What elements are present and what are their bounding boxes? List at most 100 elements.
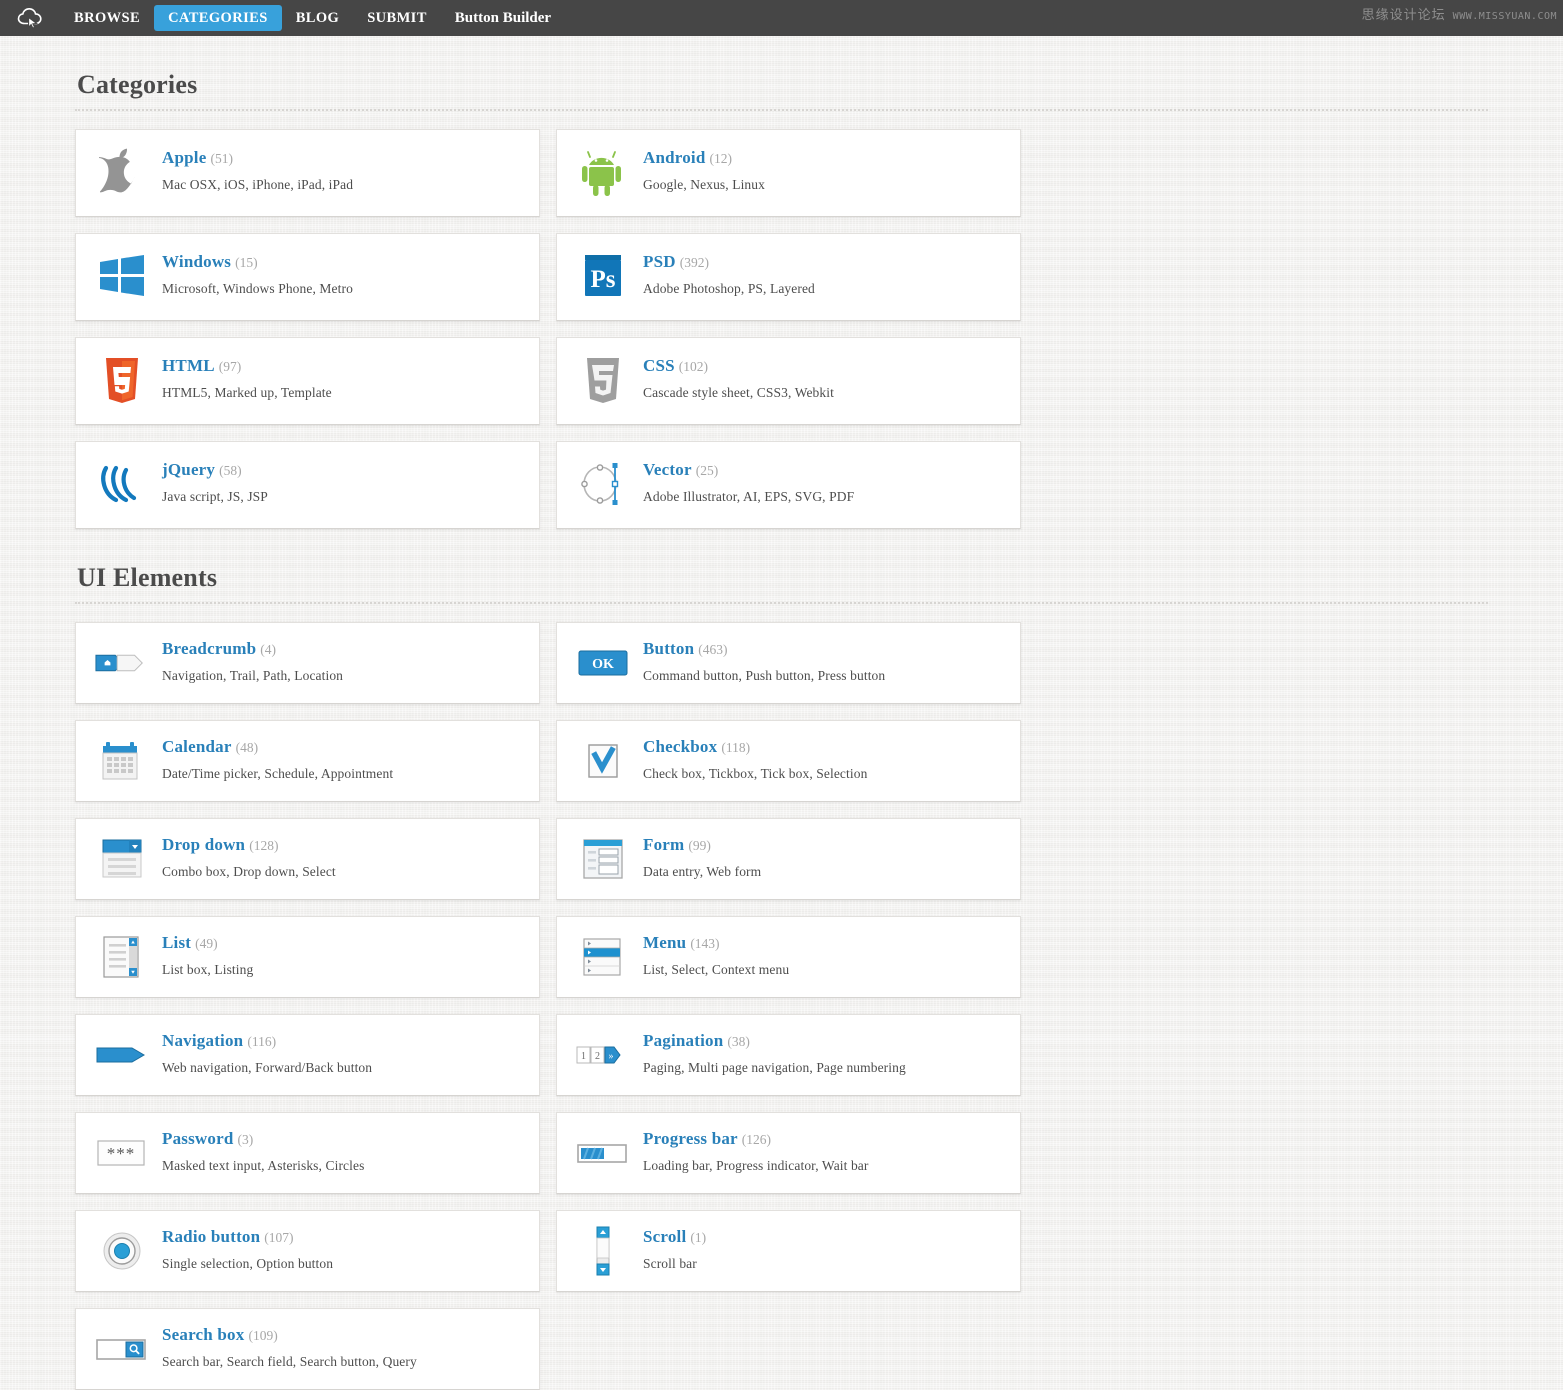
ui-desc-form: Data entry, Web form bbox=[643, 864, 762, 879]
categories-grid: Apple (51) Mac OSX, iOS, iPhone, iPad, iP… bbox=[75, 129, 1488, 529]
ui-card-radio-button[interactable]: Radio button (107) Single selection, Opti… bbox=[75, 1210, 540, 1292]
ui-count-progress-bar: (126) bbox=[741, 1132, 772, 1147]
category-desc-html: HTML5, Marked up, Template bbox=[162, 385, 332, 400]
card-heading: Checkbox (118) bbox=[643, 737, 867, 757]
card-body: Menu (143) List, Select, Context menu bbox=[643, 931, 789, 978]
ui-card-search-box[interactable]: Search box (109) Search bar, Search field… bbox=[75, 1308, 540, 1390]
ui-card-form[interactable]: Form (99) Data entry, Web form bbox=[556, 818, 1021, 900]
category-card-android[interactable]: Android (12) Google, Nexus, Linux bbox=[556, 129, 1021, 217]
photoshop-ps-icon: Ps bbox=[575, 250, 631, 302]
ui-card-menu[interactable]: Menu (143) List, Select, Context menu bbox=[556, 916, 1021, 998]
category-desc-css: Cascade style sheet, CSS3, Webkit bbox=[643, 385, 834, 400]
card-body: Password (3) Masked text input, Asterisks… bbox=[162, 1127, 364, 1174]
html5-shield-icon bbox=[94, 354, 150, 406]
radio-button-icon bbox=[94, 1225, 150, 1277]
section-divider-categories bbox=[75, 109, 1488, 111]
nav-item-submit[interactable]: SUBMIT bbox=[353, 5, 441, 31]
ui-count-menu: (143) bbox=[690, 936, 720, 951]
nav-item-categories[interactable]: CATEGORIES bbox=[154, 5, 282, 31]
ui-count-button: (463) bbox=[698, 642, 728, 657]
card-body: Breadcrumb (4) Navigation, Trail, Path, L… bbox=[162, 637, 343, 684]
svg-text:2: 2 bbox=[595, 1051, 600, 1062]
ui-card-progress-bar[interactable]: Progress bar (126) Loading bar, Progress … bbox=[556, 1112, 1021, 1194]
ui-desc-navigation: Web navigation, Forward/Back button bbox=[162, 1060, 373, 1075]
category-card-windows[interactable]: Windows (15) Microsoft, Windows Phone, Me… bbox=[75, 233, 540, 321]
form-icon bbox=[575, 833, 631, 885]
ui-card-breadcrumb[interactable]: Breadcrumb (4) Navigation, Trail, Path, L… bbox=[75, 622, 540, 704]
nav-item-blog[interactable]: BLOG bbox=[282, 5, 354, 31]
android-robot-icon bbox=[575, 146, 631, 198]
ui-card-dropdown[interactable]: Drop down (128) Combo box, Drop down, Sel… bbox=[75, 818, 540, 900]
ui-desc-menu: List, Select, Context menu bbox=[643, 962, 790, 977]
scrollbar-icon bbox=[575, 1225, 631, 1277]
ui-desc-password: Masked text input, Asterisks, Circles bbox=[162, 1158, 365, 1173]
ui-count-dropdown: (128) bbox=[249, 838, 279, 853]
ui-desc-breadcrumb: Navigation, Trail, Path, Location bbox=[162, 668, 344, 683]
ui-card-checkbox[interactable]: Checkbox (118) Check box, Tickbox, Tick b… bbox=[556, 720, 1021, 802]
card-body: HTML (97) HTML5, Marked up, Template bbox=[162, 354, 332, 401]
ui-desc-progress-bar: Loading bar, Progress indicator, Wait ba… bbox=[643, 1158, 869, 1173]
card-heading: Password (3) bbox=[162, 1129, 364, 1149]
password-icon: *** bbox=[94, 1127, 150, 1179]
nav-label-browse: BROWSE bbox=[74, 10, 141, 26]
ui-title-breadcrumb: Breadcrumb bbox=[162, 639, 257, 658]
nav-label-blog: BLOG bbox=[295, 10, 340, 26]
ui-title-pagination: Pagination bbox=[643, 1031, 724, 1050]
breadcrumb-icon bbox=[94, 637, 150, 689]
watermark-cn-text: 思缘设计论坛 bbox=[1361, 8, 1446, 23]
ui-title-scroll: Scroll bbox=[643, 1227, 687, 1246]
ui-count-checkbox: (118) bbox=[721, 740, 751, 755]
main-menu: BROWSE CATEGORIES BLOG SUBMIT Button Bui… bbox=[60, 0, 565, 36]
ui-card-list[interactable]: List (49) List box, Listing bbox=[75, 916, 540, 998]
category-title-jquery: jQuery bbox=[162, 460, 216, 479]
card-body: Scroll (1) Scroll bar bbox=[643, 1225, 706, 1272]
ui-desc-search-box: Search bar, Search field, Search button,… bbox=[162, 1354, 417, 1369]
ui-card-navigation[interactable]: Navigation (116) Web navigation, Forward/… bbox=[75, 1014, 540, 1096]
ui-card-button[interactable]: OK Button (463) Command button, Push butt… bbox=[556, 622, 1021, 704]
card-body: Radio button (107) Single selection, Opti… bbox=[162, 1225, 333, 1272]
watermark: 思缘设计论坛 WWW.MISSYUAN.COM bbox=[1362, 4, 1557, 23]
css3-shield-icon bbox=[575, 354, 631, 406]
nav-item-button-builder[interactable]: Button Builder bbox=[441, 5, 565, 31]
ui-title-form: Form bbox=[643, 835, 685, 854]
category-count-apple: (51) bbox=[210, 151, 233, 166]
category-count-psd: (392) bbox=[679, 255, 709, 270]
category-desc-windows: Microsoft, Windows Phone, Metro bbox=[162, 281, 353, 296]
ui-count-calendar: (48) bbox=[235, 740, 259, 755]
ui-card-scroll[interactable]: Scroll (1) Scroll bar bbox=[556, 1210, 1021, 1292]
category-desc-vector: Adobe Illustrator, AI, EPS, SVG, PDF bbox=[643, 489, 855, 504]
watermark-url-text: WWW.MISSYUAN.COM bbox=[1452, 11, 1557, 22]
category-card-psd[interactable]: Ps PSD (392) Adobe Photoshop, PS, Layered bbox=[556, 233, 1021, 321]
apple-logo-icon bbox=[94, 146, 150, 198]
svg-text:»: » bbox=[609, 1051, 614, 1062]
ui-title-search-box: Search box bbox=[162, 1325, 245, 1344]
card-body: Drop down (128) Combo box, Drop down, Sel… bbox=[162, 833, 336, 880]
nav-item-browse[interactable]: BROWSE bbox=[60, 5, 154, 31]
svg-text:***: *** bbox=[107, 1144, 136, 1163]
category-count-css: (102) bbox=[678, 359, 709, 374]
ui-card-password[interactable]: *** Password (3) Masked text input, Aster… bbox=[75, 1112, 540, 1194]
category-card-jquery[interactable]: jQuery (58) Java script, JS, JSP bbox=[75, 441, 540, 529]
category-card-apple[interactable]: Apple (51) Mac OSX, iOS, iPhone, iPad, iP… bbox=[75, 129, 540, 217]
card-body: Apple (51) Mac OSX, iOS, iPhone, iPad, iP… bbox=[162, 146, 353, 193]
ui-card-calendar[interactable]: Calendar (48) Date/Time picker, Schedule,… bbox=[75, 720, 540, 802]
card-body: Vector (25) Adobe Illustrator, AI, EPS, S… bbox=[643, 458, 854, 505]
section-ui-elements: UI Elements Breadcrumb (4) Navigation, Tr… bbox=[75, 563, 1488, 1390]
site-logo[interactable] bbox=[14, 5, 50, 31]
category-card-html[interactable]: HTML (97) HTML5, Marked up, Template bbox=[75, 337, 540, 425]
ui-card-pagination[interactable]: 1 2 » Pagination (38) Paging, Multi page … bbox=[556, 1014, 1021, 1096]
ui-elements-grid: Breadcrumb (4) Navigation, Trail, Path, L… bbox=[75, 622, 1488, 1390]
card-heading: Apple (51) bbox=[162, 148, 353, 168]
category-title-windows: Windows bbox=[162, 252, 232, 271]
ok-button-icon: OK bbox=[575, 637, 631, 689]
category-desc-jquery: Java script, JS, JSP bbox=[162, 489, 268, 504]
category-count-html: (97) bbox=[218, 359, 242, 374]
category-card-css[interactable]: CSS (102) Cascade style sheet, CSS3, Webk… bbox=[556, 337, 1021, 425]
card-heading: CSS (102) bbox=[643, 356, 834, 376]
card-heading: Navigation (116) bbox=[162, 1031, 372, 1051]
ui-desc-button: Command button, Push button, Press butto… bbox=[643, 668, 886, 683]
pagination-icon: 1 2 » bbox=[575, 1029, 631, 1081]
card-body: Button (463) Command button, Push button,… bbox=[643, 637, 885, 684]
category-card-vector[interactable]: Vector (25) Adobe Illustrator, AI, EPS, S… bbox=[556, 441, 1021, 529]
card-heading: Search box (109) bbox=[162, 1325, 417, 1345]
